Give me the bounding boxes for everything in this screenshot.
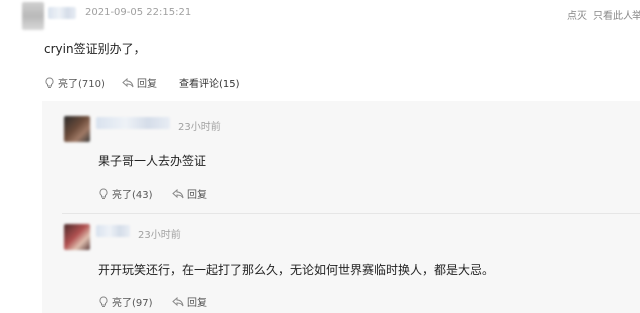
reply-reply-label: 回复 <box>187 298 207 309</box>
report-link[interactable]: 点灭 <box>567 7 587 22</box>
reply-icon <box>172 188 184 199</box>
reply-avatar[interactable] <box>64 116 90 142</box>
only-author-link[interactable]: 只看此人 <box>593 7 633 22</box>
reply-text: 果子哥一人去办签证 <box>98 154 207 168</box>
lightbulb-icon <box>98 295 109 308</box>
reply-time: 23小时前 <box>138 230 181 241</box>
comment-timestamp: 2021-09-05 22:15:21 <box>85 7 192 18</box>
reply-divider <box>62 213 640 214</box>
reply-button[interactable]: 回复 <box>122 75 157 90</box>
lightbulb-icon <box>98 187 109 200</box>
reply-like-label: 亮了(43) <box>112 190 153 201</box>
comment-text: cryin签证别办了， <box>44 42 146 56</box>
view-replies-label: 查看评论(15) <box>179 79 240 90</box>
reply-reply-button[interactable]: 回复 <box>172 186 207 201</box>
lightbulb-icon <box>44 76 55 89</box>
reply-like-button[interactable]: 亮了(97) <box>98 294 153 309</box>
reply-username-blurred[interactable] <box>96 225 130 237</box>
reply-icon <box>122 77 134 88</box>
reply-reply-button[interactable]: 回复 <box>172 294 207 309</box>
like-count-label: 亮了(710) <box>58 79 105 90</box>
reply-like-label: 亮了(97) <box>112 298 153 309</box>
reply-text: 开开玩笑还行，在一起打了那么久，无论如何世界赛临时换人，都是大忌。 <box>98 263 495 277</box>
avatar[interactable] <box>22 2 44 30</box>
reply-label: 回复 <box>137 79 157 90</box>
reply-icon <box>172 296 184 307</box>
reply-username-blurred[interactable] <box>96 117 170 129</box>
view-replies-button[interactable]: 查看评论(15) <box>179 75 240 90</box>
reply-reply-label: 回复 <box>187 190 207 201</box>
reply-time: 23小时前 <box>178 122 221 133</box>
replies-panel <box>42 101 640 313</box>
reply-like-button[interactable]: 亮了(43) <box>98 186 153 201</box>
reply-avatar[interactable] <box>64 224 90 250</box>
more-link[interactable]: 举 <box>632 7 640 22</box>
username-blurred[interactable] <box>48 7 76 19</box>
like-button[interactable]: 亮了(710) <box>44 75 105 90</box>
